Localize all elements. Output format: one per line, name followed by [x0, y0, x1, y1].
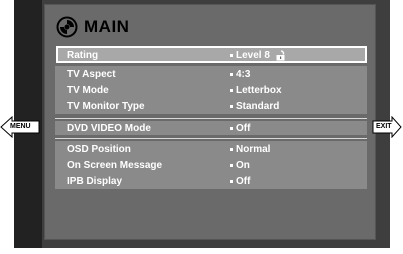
item-value: Normal	[230, 144, 270, 155]
menu-item-tv-monitor-type[interactable]: TV Monitor Type Standard	[55, 99, 367, 113]
item-label: TV Aspect	[67, 68, 116, 80]
menu-label: MENU	[10, 123, 31, 130]
item-label: TV Mode	[67, 84, 109, 96]
item-value: Standard	[230, 101, 279, 112]
item-value: Level 8	[230, 50, 286, 61]
menu-item-on-screen-message[interactable]: On Screen Message On	[55, 158, 367, 172]
item-value: Off	[230, 123, 250, 134]
disc-icon	[56, 16, 78, 38]
item-label: IPB Display	[67, 175, 123, 187]
item-label: DVD VIDEO Mode	[67, 122, 151, 134]
menu-item-rating[interactable]: Rating Level 8	[55, 48, 367, 62]
item-label: Rating	[67, 49, 99, 61]
menu-item-ipb-display[interactable]: IPB Display Off	[55, 174, 367, 188]
menu-callout[interactable]: MENU	[0, 116, 40, 138]
exit-label: EXIT	[376, 123, 392, 130]
item-label: TV Monitor Type	[67, 100, 145, 112]
menu-item-dvd-video-mode[interactable]: DVD VIDEO Mode Off	[55, 121, 367, 135]
item-value: Off	[230, 176, 250, 187]
item-value: Letterbox	[230, 85, 282, 96]
exit-callout[interactable]: EXIT	[372, 116, 402, 138]
item-value: On	[230, 160, 250, 171]
divider	[55, 118, 367, 119]
menu-item-osd-position[interactable]: OSD Position Normal	[55, 142, 367, 156]
menu-title: MAIN	[56, 14, 129, 40]
page-title: MAIN	[84, 17, 130, 36]
item-value: 4:3	[230, 69, 250, 80]
divider	[55, 138, 367, 139]
item-label: On Screen Message	[67, 159, 163, 171]
padlock-open-icon	[276, 49, 285, 60]
item-label: OSD Position	[67, 143, 131, 155]
menu-item-tv-aspect[interactable]: TV Aspect 4:3	[55, 67, 367, 81]
menu-item-tv-mode[interactable]: TV Mode Letterbox	[55, 83, 367, 97]
